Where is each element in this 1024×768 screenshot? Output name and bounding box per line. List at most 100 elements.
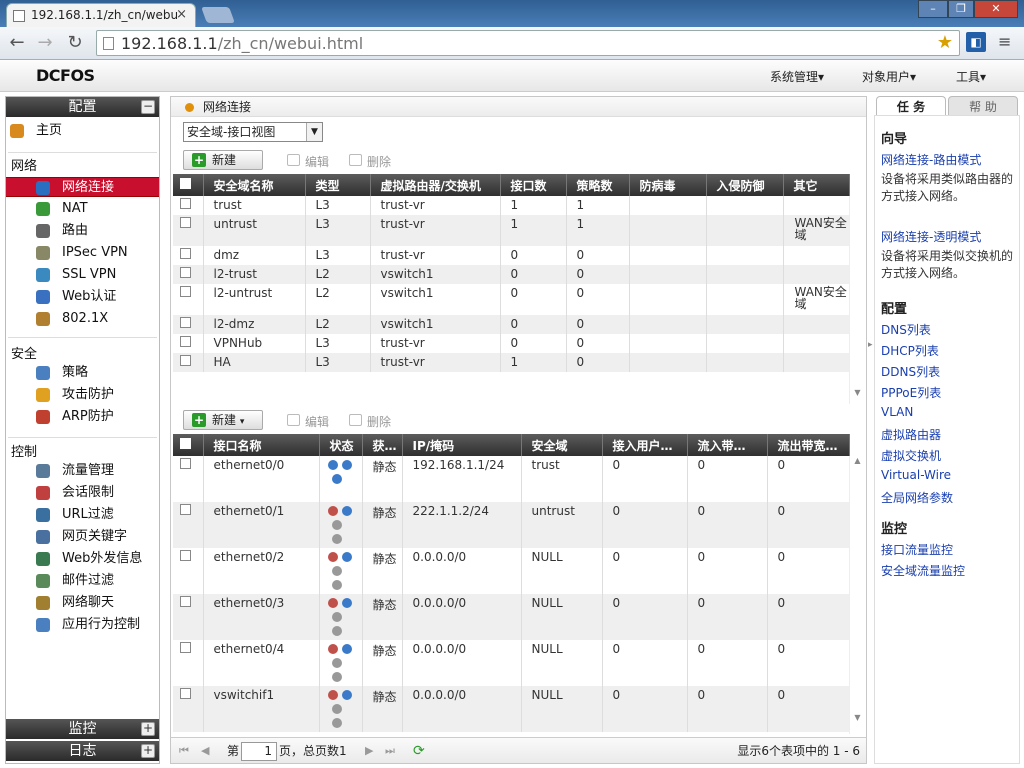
menu-system[interactable]: 系统管理▾ bbox=[770, 68, 824, 85]
row-select-cell[interactable] bbox=[173, 456, 204, 502]
extension-icon[interactable]: ◧ bbox=[966, 32, 986, 52]
row-select-cell[interactable] bbox=[173, 686, 204, 732]
table-row[interactable]: ethernet0/0 静态 192.168.1.1/24 trust 0 0 0 bbox=[173, 456, 850, 502]
minimize-button[interactable]: – bbox=[918, 0, 948, 18]
row-checkbox[interactable] bbox=[180, 550, 191, 561]
row-checkbox[interactable] bbox=[180, 248, 191, 259]
column-header[interactable]: 流入带… bbox=[687, 434, 768, 456]
zone-edit-button[interactable]: 编辑 bbox=[287, 153, 329, 170]
row-checkbox[interactable] bbox=[180, 317, 191, 328]
row-select-cell[interactable] bbox=[173, 334, 204, 353]
address-bar[interactable]: 192.168.1.1/zh_cn/webui.html ★ bbox=[96, 30, 960, 56]
row-select-cell[interactable] bbox=[173, 640, 204, 686]
splitter-handle[interactable]: ▸ bbox=[868, 340, 873, 358]
sidebar-item-2-7[interactable]: 应用行为控制 bbox=[6, 615, 159, 635]
last-page-icon[interactable]: ⏭ bbox=[385, 738, 395, 764]
new-tab-button[interactable] bbox=[201, 7, 235, 23]
column-header[interactable]: 流出带宽… bbox=[767, 434, 850, 456]
row-select-cell[interactable] bbox=[173, 284, 204, 315]
table-row[interactable]: ethernet0/3 静态 0.0.0.0/0 NULL 0 0 0 bbox=[173, 594, 850, 640]
row-select-cell[interactable] bbox=[173, 215, 204, 246]
row-checkbox[interactable] bbox=[180, 217, 191, 228]
sidebar-item-0-1[interactable]: NAT bbox=[6, 199, 159, 219]
menu-objects[interactable]: 对象用户▾ bbox=[862, 68, 916, 85]
config-link[interactable]: PPPoE列表 bbox=[881, 384, 941, 401]
column-header[interactable]: 入侵防御 bbox=[706, 174, 784, 196]
sidebar-item-2-6[interactable]: 网络聊天 bbox=[6, 593, 159, 613]
sidebar-item-1-0[interactable]: 策略 bbox=[6, 363, 159, 383]
bookmark-star-icon[interactable]: ★ bbox=[937, 32, 953, 53]
wizard-link-transparent[interactable]: 网络连接-透明模式 bbox=[881, 228, 981, 245]
wizard-link-route[interactable]: 网络连接-路由模式 bbox=[881, 151, 981, 168]
sidebar-item-0-3[interactable]: IPSec VPN bbox=[6, 243, 159, 263]
row-checkbox[interactable] bbox=[180, 286, 191, 297]
row-checkbox[interactable] bbox=[180, 198, 191, 209]
column-header[interactable]: 接口数 bbox=[500, 174, 567, 196]
row-checkbox[interactable] bbox=[180, 458, 191, 469]
row-select-cell[interactable] bbox=[173, 353, 204, 372]
next-page-icon[interactable]: ▶ bbox=[365, 738, 373, 764]
browser-tab[interactable]: 192.168.1.1/zh_cn/webu × bbox=[6, 3, 196, 27]
sidebar-item-2-3[interactable]: 网页关键字 bbox=[6, 527, 159, 547]
sidebar-item-1-2[interactable]: ARP防护 bbox=[6, 407, 159, 427]
table-row[interactable]: vswitchif1 静态 0.0.0.0/0 NULL 0 0 0 bbox=[173, 686, 850, 732]
iface-new-button[interactable]: + 新建 ▾ bbox=[183, 410, 263, 430]
zone-table-scrollbar[interactable]: ▼ bbox=[849, 196, 865, 404]
column-header[interactable]: 状态 bbox=[319, 434, 363, 456]
iface-edit-button[interactable]: 编辑 bbox=[287, 413, 329, 430]
sidebar-item-2-2[interactable]: URL过滤 bbox=[6, 505, 159, 525]
config-link[interactable]: 全局网络参数 bbox=[881, 489, 953, 506]
column-header[interactable]: IP/掩码 bbox=[402, 434, 522, 456]
refresh-icon[interactable]: ⟳ bbox=[413, 738, 425, 764]
first-page-icon[interactable]: ⏮ bbox=[179, 738, 189, 764]
sidebar-item-1-1[interactable]: 攻击防护 bbox=[6, 385, 159, 405]
row-select-cell[interactable] bbox=[173, 265, 204, 284]
expand-icon[interactable]: + bbox=[141, 722, 155, 736]
column-header[interactable]: 接口名称 bbox=[203, 434, 320, 456]
config-link[interactable]: VLAN bbox=[881, 405, 913, 419]
select-all-checkbox[interactable] bbox=[173, 174, 204, 196]
maximize-button[interactable]: ❐ bbox=[948, 0, 974, 18]
sidebar-item-0-6[interactable]: 802.1X bbox=[6, 309, 159, 329]
table-row[interactable]: dmz L3 trust-vr 0 0 bbox=[173, 246, 850, 265]
select-all-checkbox[interactable] bbox=[173, 434, 204, 456]
row-select-cell[interactable] bbox=[173, 548, 204, 594]
column-header[interactable]: 类型 bbox=[305, 174, 371, 196]
table-row[interactable]: HA L3 trust-vr 1 0 bbox=[173, 353, 850, 372]
config-link[interactable]: Virtual-Wire bbox=[881, 468, 951, 482]
sidebar-item-2-5[interactable]: 邮件过滤 bbox=[6, 571, 159, 591]
reload-icon[interactable]: ↻ bbox=[64, 32, 86, 54]
sidebar-item-2-0[interactable]: 流量管理 bbox=[6, 461, 159, 481]
column-header[interactable]: 获… bbox=[362, 434, 403, 456]
view-select[interactable]: 安全域-接口视图 ▼ bbox=[183, 122, 323, 142]
close-window-button[interactable]: ✕ bbox=[974, 0, 1018, 18]
table-row[interactable]: ethernet0/1 静态 222.1.1.2/24 untrust 0 0 0 bbox=[173, 502, 850, 548]
row-select-cell[interactable] bbox=[173, 196, 204, 215]
row-checkbox[interactable] bbox=[180, 642, 191, 653]
back-icon[interactable]: ← bbox=[6, 32, 28, 54]
zone-new-button[interactable]: + 新建 bbox=[183, 150, 263, 170]
column-header[interactable]: 防病毒 bbox=[629, 174, 707, 196]
menu-tools[interactable]: 工具▾ bbox=[956, 68, 986, 85]
table-row[interactable]: l2-untrust L2 vswitch1 0 0 WAN安全域 bbox=[173, 284, 850, 315]
row-checkbox[interactable] bbox=[180, 336, 191, 347]
sidebar-item-0-0[interactable]: 网络连接 bbox=[6, 177, 159, 197]
column-header[interactable]: 安全域名称 bbox=[203, 174, 306, 196]
iface-table-scrollbar[interactable]: ▲ ▼ bbox=[849, 456, 865, 734]
row-checkbox[interactable] bbox=[180, 267, 191, 278]
tab-help[interactable]: 帮 助 bbox=[948, 96, 1018, 116]
monitor-link-zone[interactable]: 安全域流量监控 bbox=[881, 562, 965, 579]
table-row[interactable]: l2-trust L2 vswitch1 0 0 bbox=[173, 265, 850, 284]
config-link[interactable]: 虚拟路由器 bbox=[881, 426, 941, 443]
tab-tasks[interactable]: 任 务 bbox=[876, 96, 946, 116]
sidebar-log-header[interactable]: 日志 + bbox=[6, 741, 159, 761]
config-link[interactable]: DHCP列表 bbox=[881, 342, 939, 359]
iface-delete-button[interactable]: 删除 bbox=[349, 413, 391, 430]
prev-page-icon[interactable]: ◀ bbox=[201, 738, 209, 764]
sidebar-config-header[interactable]: 配置 − bbox=[6, 97, 159, 117]
table-row[interactable]: VPNHub L3 trust-vr 0 0 bbox=[173, 334, 850, 353]
expand-icon[interactable]: + bbox=[141, 744, 155, 758]
column-header[interactable]: 虚拟路由器/交换机 bbox=[370, 174, 501, 196]
column-header[interactable]: 接入用户… bbox=[602, 434, 688, 456]
table-row[interactable]: l2-dmz L2 vswitch1 0 0 bbox=[173, 315, 850, 334]
